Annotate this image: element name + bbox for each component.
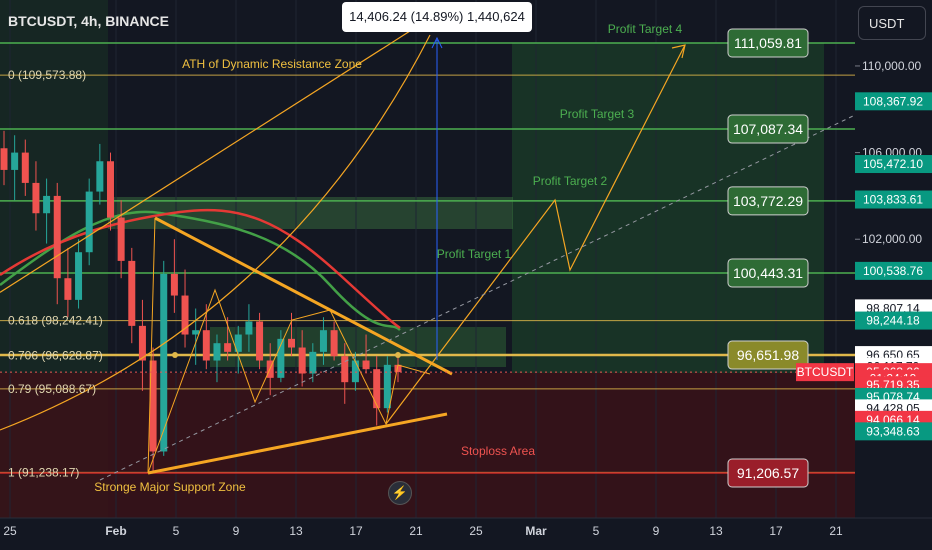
measure-label: 14,406.24 (14.89%) 1,440,624 [342,2,532,32]
price-tick-label: 110,000.00 [862,59,921,73]
price-tick-label: 102,000.00 [862,232,922,246]
candle-body [213,343,221,361]
profit-target-label: Profit Target 1 [437,247,512,261]
time-tick-label: 17 [349,524,363,538]
level-value-text: 91,206.57 [737,465,799,481]
symbol-title: BTCUSDT, 4h, BINANCE [8,13,170,29]
candle-body [106,161,114,218]
annotation-ath-zone: ATH of Dynamic Resistance Zone [182,57,362,71]
price-label-text: 100,538.76 [863,264,923,278]
candle-body [351,360,359,383]
price-label-text: 93,348.63 [866,424,920,438]
candle-body [85,191,93,253]
price-label-text: 103,833.61 [863,193,923,207]
time-tick-label: 21 [829,524,843,538]
current-price-tag-text: BTCUSDT [797,365,854,379]
candle-body [0,148,8,170]
candle-body [32,182,40,214]
candle-body [170,273,178,296]
profit-target-label: Profit Target 4 [608,22,683,36]
candle-body [75,252,83,300]
fib-level-label: 0.706 (96,628.87) [8,349,103,363]
level-value-text: 96,651.98 [737,347,799,363]
candle-body [245,321,253,335]
profit-target-label: Profit Target 3 [560,107,635,121]
currency-button[interactable]: USDT [858,6,926,40]
candle-body [192,330,200,335]
time-tick-label: 17 [769,524,783,538]
profit-target-label: Profit Target 2 [533,174,608,188]
time-tick-label: 25 [469,524,483,538]
time-tick-label: 5 [173,524,180,538]
fib-level-label: 1 (91,238.17) [8,465,79,479]
candle-body [21,152,29,183]
candle-body [138,325,146,361]
time-tick-label: 25 [3,524,17,538]
time-tick-label: 21 [409,524,423,538]
candle-body [309,351,317,374]
candle-body [298,347,306,374]
candle-body [96,161,104,192]
flash-icon[interactable]: ⚡ [388,481,412,505]
time-tick-label: Mar [525,524,547,538]
price-label-text: 105,472.10 [863,157,923,171]
level-value-text: 100,443.31 [733,265,803,281]
chart-canvas[interactable]: 0 (109,573.88) 0.618 (98,242.41) 0.706 (96… [0,0,932,550]
time-tick-label: 9 [653,524,660,538]
time-tick-label: 5 [593,524,600,538]
candle-body [319,330,327,352]
candle-body [330,330,338,357]
time-tick-label: 9 [233,524,240,538]
price-label-text: 98,244.18 [866,314,920,328]
candle-body [362,360,370,370]
entry-dot [172,352,178,358]
fib-level-label: 0.79 (95,088.67) [8,382,96,396]
candle-body [117,217,125,261]
candle-body [256,321,264,361]
candle-body [383,364,391,409]
level-value-text: 107,087.34 [733,121,803,137]
candle-body [288,338,296,348]
annotation-support-zone: Stronge Major Support Zone [94,480,246,494]
candle-body [11,152,19,170]
candle-body [160,273,168,452]
time-axis[interactable] [0,518,932,550]
time-tick-label: 13 [709,524,723,538]
entry-dot [395,352,401,358]
price-label-text: 108,367.92 [863,94,923,108]
time-tick-label: 13 [289,524,303,538]
fib-level-label: 0 (109,573.88) [8,68,86,82]
level-value-text: 111,059.81 [734,35,802,51]
candle-body [224,343,232,352]
candle-body [43,195,51,214]
candle-body [64,278,72,300]
candle-body [128,260,136,326]
chart-area[interactable]: 0 (109,573.88) 0.618 (98,242.41) 0.706 (96… [0,0,932,550]
time-tick-label: Feb [105,524,126,538]
annotation-stoploss-area: Stoploss Area [461,444,535,458]
candle-body [53,195,61,279]
level-value-text: 103,772.29 [733,193,803,209]
candle-body [373,369,381,409]
fib-level-label: 0.618 (98,242.41) [8,314,103,328]
candle-body [202,330,210,361]
